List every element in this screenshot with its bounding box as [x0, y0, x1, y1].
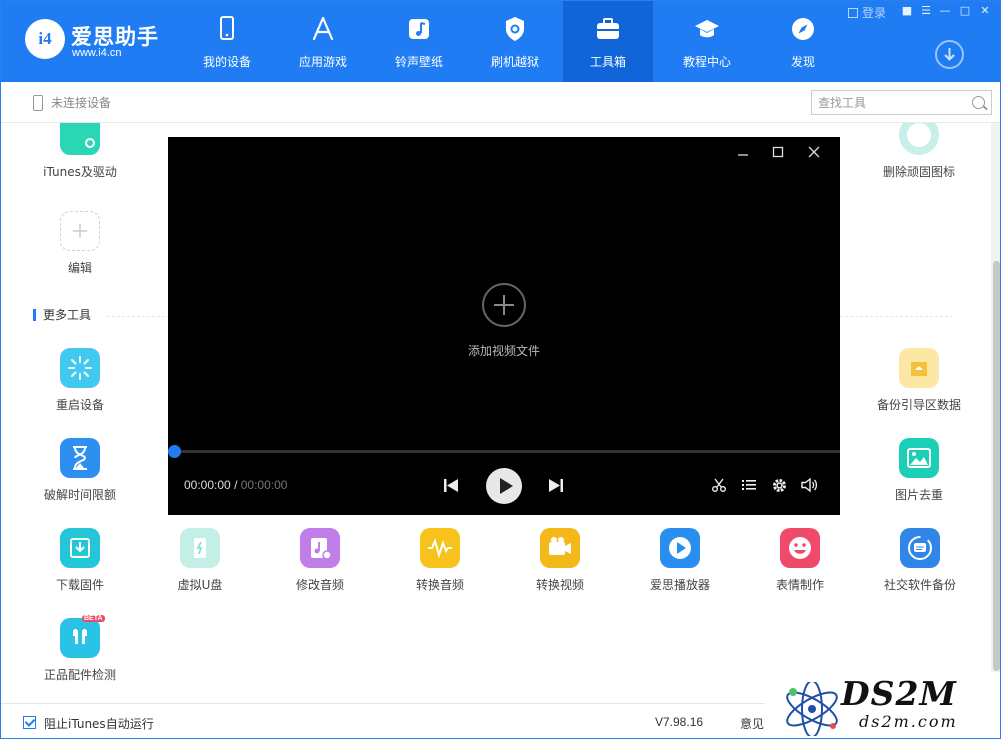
- total-duration: 00:00:00: [240, 478, 288, 492]
- block-itunes-checkbox[interactable]: [23, 716, 36, 729]
- next-icon[interactable]: [548, 478, 564, 493]
- nav-tutorials[interactable]: 教程中心: [659, 1, 755, 82]
- brand-logo: i4 爱思助手 www.i4.cn: [25, 19, 195, 65]
- content-scrollbar[interactable]: [991, 123, 1000, 703]
- block-itunes-label[interactable]: 阻止iTunes自动运行: [44, 715, 154, 732]
- atom-logo-icon: [786, 682, 838, 736]
- maximize-icon[interactable]: □: [958, 4, 972, 18]
- chat-backup-icon: [900, 528, 940, 568]
- download-firmware-icon: [60, 528, 100, 568]
- nav-apps-games[interactable]: 应用游戏: [275, 1, 371, 82]
- seek-handle[interactable]: [168, 445, 181, 458]
- earphones-icon: BETA: [60, 615, 105, 658]
- minimize-icon[interactable]: —: [938, 4, 952, 18]
- scrollbar-thumb[interactable]: [993, 261, 1000, 671]
- compass-icon: [792, 18, 814, 40]
- nav-ringtones-wallpapers[interactable]: 铃声壁纸: [371, 1, 467, 82]
- app-store-icon: [312, 16, 334, 41]
- skin-icon[interactable]: ■: [900, 4, 914, 18]
- nav-discover[interactable]: 发现: [755, 1, 851, 82]
- top-navbar: i4 爱思助手 www.i4.cn 我的设备 应用游戏 铃声壁纸 刷机越狱 工具…: [1, 1, 1000, 82]
- tool-convert-audio[interactable]: 转换音频: [380, 528, 500, 593]
- device-phone-icon: [33, 95, 43, 111]
- delete-icon: [899, 123, 939, 155]
- settings-gear-icon[interactable]: [771, 477, 788, 494]
- tool-delete-stubborn-icons[interactable]: 删除顽固图标: [859, 123, 979, 180]
- image-icon: [899, 438, 939, 478]
- watermark-text: DS2M: [841, 674, 957, 713]
- login-link[interactable]: 登录: [848, 4, 886, 21]
- usb-drive-icon: [180, 528, 220, 568]
- scissors-icon[interactable]: [711, 477, 727, 493]
- tool-emoji-maker[interactable]: 表情制作: [740, 528, 860, 593]
- audio-edit-icon: [300, 528, 340, 568]
- play-button[interactable]: [486, 468, 522, 504]
- watermark-subtext: ds2m.com: [859, 712, 958, 731]
- download-manager-icon[interactable]: [935, 40, 964, 69]
- app-window: i4 爱思助手 www.i4.cn 我的设备 应用游戏 铃声壁纸 刷机越狱 工具…: [0, 0, 1001, 739]
- plus-icon: [60, 211, 100, 251]
- time-display: 00:00:00 / 00:00:00: [184, 478, 287, 492]
- tool-edit-audio[interactable]: 修改音频: [260, 528, 380, 593]
- toolbox-icon: [597, 18, 619, 39]
- tool-backup-boot-data[interactable]: 备份引导区数据: [859, 348, 979, 413]
- beta-badge: BETA: [82, 615, 105, 622]
- play-circle-icon: [660, 528, 700, 568]
- search-input[interactable]: [812, 91, 962, 114]
- tool-download-firmware[interactable]: 下载固件: [20, 528, 140, 593]
- smile-icon: [780, 528, 820, 568]
- player-close-icon[interactable]: [807, 145, 821, 159]
- tool-crack-time-limit[interactable]: 破解时间限额: [20, 438, 140, 503]
- itunes-driver-icon: [60, 123, 100, 155]
- phone-icon: [220, 16, 234, 40]
- nav-flash-jailbreak[interactable]: 刷机越狱: [467, 1, 563, 82]
- device-status: 未连接设备: [33, 94, 111, 111]
- shield-icon: [506, 17, 524, 41]
- login-icon: [848, 8, 858, 18]
- backup-boot-icon: [899, 348, 939, 388]
- brand-url: www.i4.cn: [72, 47, 122, 59]
- tool-restart-device[interactable]: 重启设备: [20, 348, 140, 413]
- previous-icon[interactable]: [443, 478, 459, 493]
- seek-bar[interactable]: [174, 450, 840, 453]
- music-note-icon: [409, 19, 429, 39]
- tool-itunes-driver[interactable]: iTunes及驱动: [20, 123, 140, 180]
- tool-search: [811, 90, 992, 115]
- tool-virtual-usb[interactable]: 虚拟U盘: [140, 528, 260, 593]
- edit-tools-button[interactable]: 编辑: [20, 211, 140, 276]
- menu-icon[interactable]: ☰: [919, 4, 933, 18]
- playlist-icon[interactable]: [741, 477, 757, 493]
- search-icon[interactable]: [972, 96, 985, 109]
- add-video-button[interactable]: [482, 283, 526, 327]
- close-icon[interactable]: ✕: [978, 4, 992, 18]
- nav-my-device[interactable]: 我的设备: [179, 1, 275, 82]
- i4-logo-icon: i4: [25, 19, 65, 59]
- app-version: V7.98.16: [655, 715, 704, 729]
- tool-i4-player[interactable]: 爱思播放器: [620, 528, 740, 593]
- tool-social-backup[interactable]: 社交软件备份: [860, 528, 980, 593]
- tool-image-dedupe[interactable]: 图片去重: [859, 438, 979, 503]
- add-video-label[interactable]: 添加视频文件: [168, 342, 840, 359]
- graduation-cap-icon: [695, 20, 719, 38]
- nav-toolbox[interactable]: 工具箱: [563, 1, 653, 82]
- video-player-window: 添加视频文件 00:00:00 / 00:00:00: [168, 137, 840, 515]
- section-title-more-tools: 更多工具: [33, 309, 91, 321]
- hourglass-icon: [60, 438, 100, 478]
- video-camera-icon: [540, 528, 580, 568]
- feedback-link[interactable]: 意见: [740, 715, 764, 732]
- current-time: 00:00:00: [184, 478, 231, 492]
- tool-genuine-accessory-check[interactable]: BETA 正品配件检测: [20, 615, 140, 683]
- player-maximize-icon[interactable]: [771, 145, 785, 159]
- audio-wave-icon: [420, 528, 460, 568]
- volume-icon[interactable]: [801, 477, 818, 493]
- restart-icon: [60, 348, 100, 388]
- device-bar: 未连接设备: [1, 82, 1000, 123]
- time-separator: /: [234, 478, 238, 492]
- player-minimize-icon[interactable]: [736, 145, 750, 159]
- tool-convert-video[interactable]: 转换视频: [500, 528, 620, 593]
- watermark-logo: DS2M ds2m.com: [765, 672, 1000, 738]
